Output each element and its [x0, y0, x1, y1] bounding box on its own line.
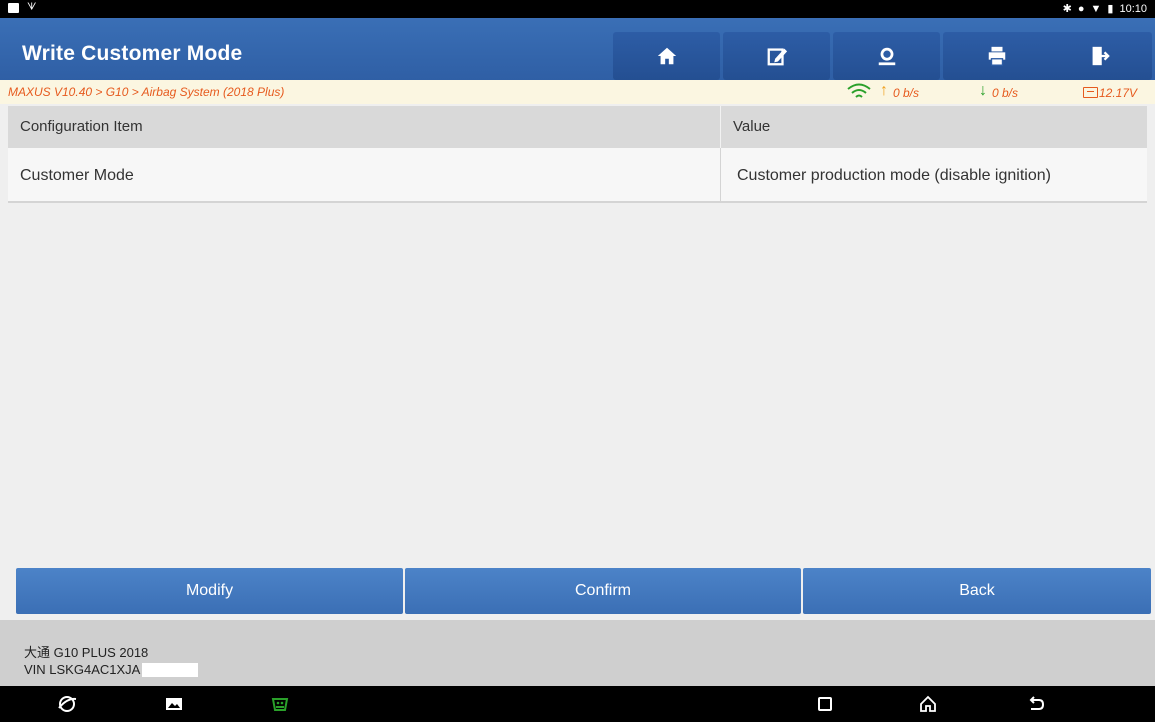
bluetooth-icon: ✱	[1062, 3, 1072, 15]
table-header: Configuration Item Value	[8, 106, 1147, 148]
system-status-bar: ᗐ ✱ ● ▼ ▮ 10:10	[0, 0, 1155, 18]
home-nav-button[interactable]	[917, 694, 939, 714]
edit-report-button[interactable]	[723, 32, 830, 80]
home-nav-icon	[920, 695, 936, 712]
remote-support-button[interactable]	[833, 32, 940, 80]
edit-report-icon	[767, 48, 787, 66]
recent-apps-button[interactable]	[814, 694, 836, 714]
print-icon	[988, 46, 1005, 66]
recent-apps-icon	[818, 697, 832, 711]
usb-icon: ᗐ	[27, 2, 37, 13]
voltage-readout: 12.17V	[1099, 86, 1138, 100]
content-area: Configuration Item Value Customer Mode C…	[0, 104, 1155, 564]
notification-icon	[8, 2, 19, 13]
browser-icon	[58, 696, 77, 712]
confirm-button[interactable]: Confirm	[405, 568, 801, 614]
back-nav-icon	[1029, 696, 1045, 710]
home-button[interactable]	[613, 32, 720, 80]
exit-icon	[1092, 46, 1110, 66]
vin-redaction	[142, 662, 199, 677]
obd-connector-icon	[271, 698, 289, 711]
browser-shortcut[interactable]	[56, 694, 78, 714]
exit-button[interactable]	[1045, 32, 1152, 80]
back-nav-button[interactable]	[1025, 694, 1047, 714]
row-item: Customer Mode	[20, 167, 134, 184]
table-row[interactable]: Customer Mode Customer production mode (…	[8, 148, 1147, 203]
battery-icon	[1083, 87, 1098, 98]
vehicle-info-bar: 大通 G10 PLUS 2018 VIN LSKG4AC1XJA	[0, 620, 1155, 686]
wifi-icon	[847, 83, 871, 98]
breadcrumb: MAXUS V10.40 > G10 > Airbag System (2018…	[8, 85, 285, 99]
system-nav-bar	[0, 686, 1155, 722]
vin-text: VIN LSKG4AC1XJA	[24, 662, 141, 677]
modify-button[interactable]: Modify	[16, 568, 403, 614]
column-header-value: Value	[720, 106, 1147, 148]
gallery-shortcut[interactable]	[163, 694, 185, 714]
vehicle-name: 大通 G10 PLUS 2018	[24, 645, 149, 660]
remote-support-icon	[878, 47, 895, 66]
row-value: Customer production mode (disable igniti…	[720, 148, 1147, 203]
status-dot-icon: ●	[1077, 3, 1085, 15]
download-arrow-icon: ↓	[979, 82, 987, 99]
download-rate: 0 b/s	[992, 86, 1019, 100]
diagnostic-connector-shortcut[interactable]	[269, 694, 291, 714]
wifi-signal-icon: ▼	[1090, 3, 1102, 15]
title-bar: Write Customer Mode	[0, 18, 1155, 80]
page-title: Write Customer Mode	[22, 42, 243, 65]
breadcrumb-bar: MAXUS V10.40 > G10 > Airbag System (2018…	[0, 80, 1155, 104]
upload-arrow-icon: ↑	[880, 82, 888, 99]
clock: 10:10	[1119, 3, 1147, 15]
action-bar: Modify Confirm Back	[0, 564, 1155, 620]
back-button[interactable]: Back	[803, 568, 1151, 614]
battery-status-icon: ▮	[1107, 3, 1114, 15]
home-icon	[657, 47, 676, 65]
column-header-item: Configuration Item	[20, 118, 143, 135]
gallery-icon	[166, 698, 182, 710]
upload-rate: 0 b/s	[893, 86, 920, 100]
vin-line: VIN LSKG4AC1XJA	[24, 662, 199, 677]
print-button[interactable]	[943, 32, 1050, 80]
